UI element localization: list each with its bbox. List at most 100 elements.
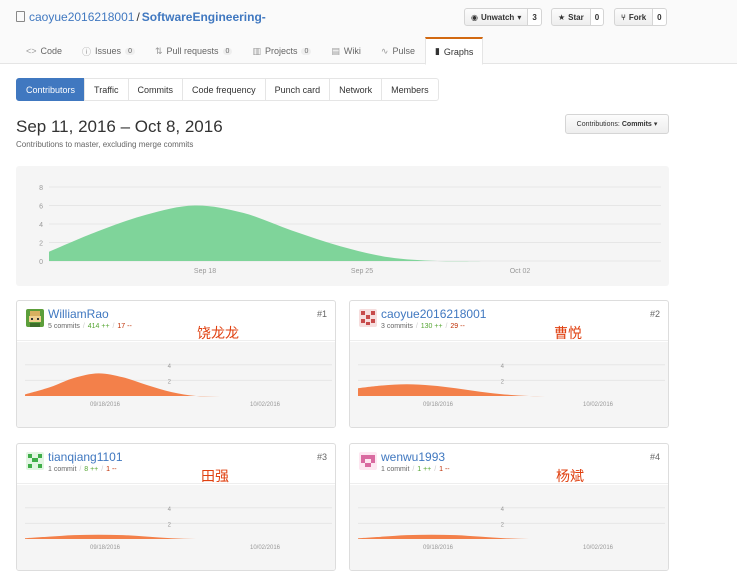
contributions-select[interactable]: Contributions: Commits ▾ [565,114,669,134]
avatar[interactable] [359,309,377,327]
contributor-username-link[interactable]: tianqiang1101 [48,450,123,464]
tab-pull-requests[interactable]: ⇅ Pull requests 0 [145,37,242,64]
subnav-code-frequency[interactable]: Code frequency [182,78,266,101]
fork-group: ⑂ Fork 0 [614,8,667,26]
avatar[interactable] [26,309,44,327]
issue-icon: ⓘ [82,46,92,57]
contributor-stats: 5 commits / 414 ++ / 17 -- [48,323,132,330]
contributor-card: tianqiang1101 1 commit / 8 ++ / 1 -- #3 … [16,443,336,571]
contributor-chart-svg: 2409/18/2016 10/02/2016 [358,364,665,408]
x-tick-label: 09/18/2016 [423,545,454,551]
deletions-count: 1 -- [439,466,450,473]
data-area [358,384,578,397]
data-area [25,534,245,540]
subnav-network[interactable]: Network [329,78,383,101]
repo-name-link[interactable]: SoftwareEngineering- [142,10,266,24]
avatar[interactable] [26,452,44,470]
contributor-rank: #2 [649,309,660,319]
x-tick-label: 10/02/2016 [583,402,614,408]
book-icon: ▤ [331,45,340,56]
y-tick-label: 2 [39,241,43,248]
contributor-username-link[interactable]: WilliamRao [48,307,109,321]
x-tick-label: 09/18/2016 [90,545,121,551]
repo-title: caoyue2016218001/SoftwareEngineering- [16,10,266,24]
fork-icon: ⑂ [621,12,626,22]
handwritten-annotation: 饶龙龙 [197,326,239,342]
x-tick-label: 10/02/2016 [250,402,281,408]
fork-button[interactable]: ⑂ Fork [614,8,654,26]
additions-count: 8 ++ [84,466,99,473]
fork-count[interactable]: 0 [653,8,667,26]
pulse-icon: ∿ [380,45,389,56]
subnav-punch-card[interactable]: Punch card [264,78,331,101]
repo-separator: / [136,10,140,24]
pulls-counter: 0 [222,47,233,55]
contributor-card: caoyue2016218001 3 commits / 130 ++ / 29… [349,300,669,428]
contributor-chart: 2 4 09/18/2016 10/02/2016 [350,342,668,427]
commit-count-link[interactable]: 1 commit [48,466,76,473]
star-count[interactable]: 0 [590,8,605,26]
tab-code[interactable]: <> Code [16,37,72,64]
data-area [358,534,578,540]
graph-icon: ▮ [434,46,440,56]
contributor-username-link[interactable]: caoyue2016218001 [381,307,486,321]
commit-count-link[interactable]: 1 commit [381,466,409,473]
data-area [49,205,486,262]
tab-pull-requests-label: Pull requests [166,46,219,56]
stats-divider: / [77,466,84,473]
contributor-card: wenwu1993 1 commit / 1 ++ / 1 -- #4 杨斌 2… [349,443,669,571]
tab-wiki-label: Wiki [343,46,361,56]
star-group: ★ Star 0 [551,8,605,26]
tab-pulse[interactable]: ∿ Pulse [371,37,425,64]
tab-code-label: Code [40,46,63,56]
watch-count[interactable]: 3 [528,8,542,26]
contributor-chart-svg: 2409/18/2016 10/02/2016 [25,507,332,551]
contributor-chart: 2 4 09/18/2016 10/02/2016 [350,485,668,570]
subnav-members[interactable]: Members [381,78,439,101]
contributor-header: tianqiang1101 1 commit / 8 ++ / 1 -- #3 … [17,444,335,485]
star-label: Star [568,12,584,22]
graphs-subnav: Contributors Traffic Commits Code freque… [16,78,439,101]
avatar[interactable] [359,452,377,470]
x-tick-label: 10/02/2016 [250,545,281,551]
deletions-count: 17 -- [117,323,132,330]
tab-projects-label: Projects [264,46,298,56]
date-range-subtitle: Contributions to master, excluding merge… [16,140,194,149]
contributor-username-link[interactable]: wenwu1993 [381,450,445,464]
y-tick-label: 6 [39,204,43,211]
stats-divider: / [443,323,450,330]
tab-graphs[interactable]: ▮ Graphs [424,37,484,65]
issues-counter: 0 [125,47,135,55]
code-icon: <> [26,46,37,56]
tab-wiki[interactable]: ▤ Wiki [321,37,371,64]
star-icon: ★ [558,12,566,22]
tab-pulse-label: Pulse [392,46,415,56]
commit-count-link[interactable]: 5 commits [48,323,80,330]
contributor-header: wenwu1993 1 commit / 1 ++ / 1 -- #4 杨斌 [350,444,668,485]
contributor-header: caoyue2016218001 3 commits / 130 ++ / 29… [350,301,668,342]
additions-count: 1 ++ [417,466,432,473]
x-tick-label: Sep 25 [351,268,373,275]
star-button[interactable]: ★ Star [551,8,591,26]
x-tick-label: 10/02/2016 [583,545,614,551]
stats-divider: / [432,466,439,473]
handwritten-annotation: 杨斌 [556,469,584,485]
commit-count-link[interactable]: 3 commits [381,323,413,330]
deletions-count: 29 -- [450,323,465,330]
repo-nav: <> Code ⓘ Issues 0 ⇅ Pull requests 0 ▥ P… [16,37,484,65]
tab-projects[interactable]: ▥ Projects 0 [242,37,321,64]
eye-icon: ◉ [471,12,478,22]
stats-divider: / [99,466,106,473]
handwritten-annotation: 曹悦 [554,326,582,342]
tab-issues[interactable]: ⓘ Issues 0 [72,37,145,64]
x-tick-label: Oct 02 [510,268,531,275]
contributor-stats: 1 commit / 1 ++ / 1 -- [381,466,450,473]
subnav-traffic[interactable]: Traffic [84,78,129,101]
unwatch-button[interactable]: ◉ Unwatch ▾ [464,8,529,26]
subnav-contributors[interactable]: Contributors [16,78,86,101]
repo-owner-link[interactable]: caoyue2016218001 [29,10,134,24]
subnav-commits[interactable]: Commits [127,78,184,101]
contributor-chart-svg: 2409/18/2016 10/02/2016 [25,364,332,408]
fork-label: Fork [628,12,647,22]
contributor-stats: 3 commits / 130 ++ / 29 -- [381,323,465,330]
